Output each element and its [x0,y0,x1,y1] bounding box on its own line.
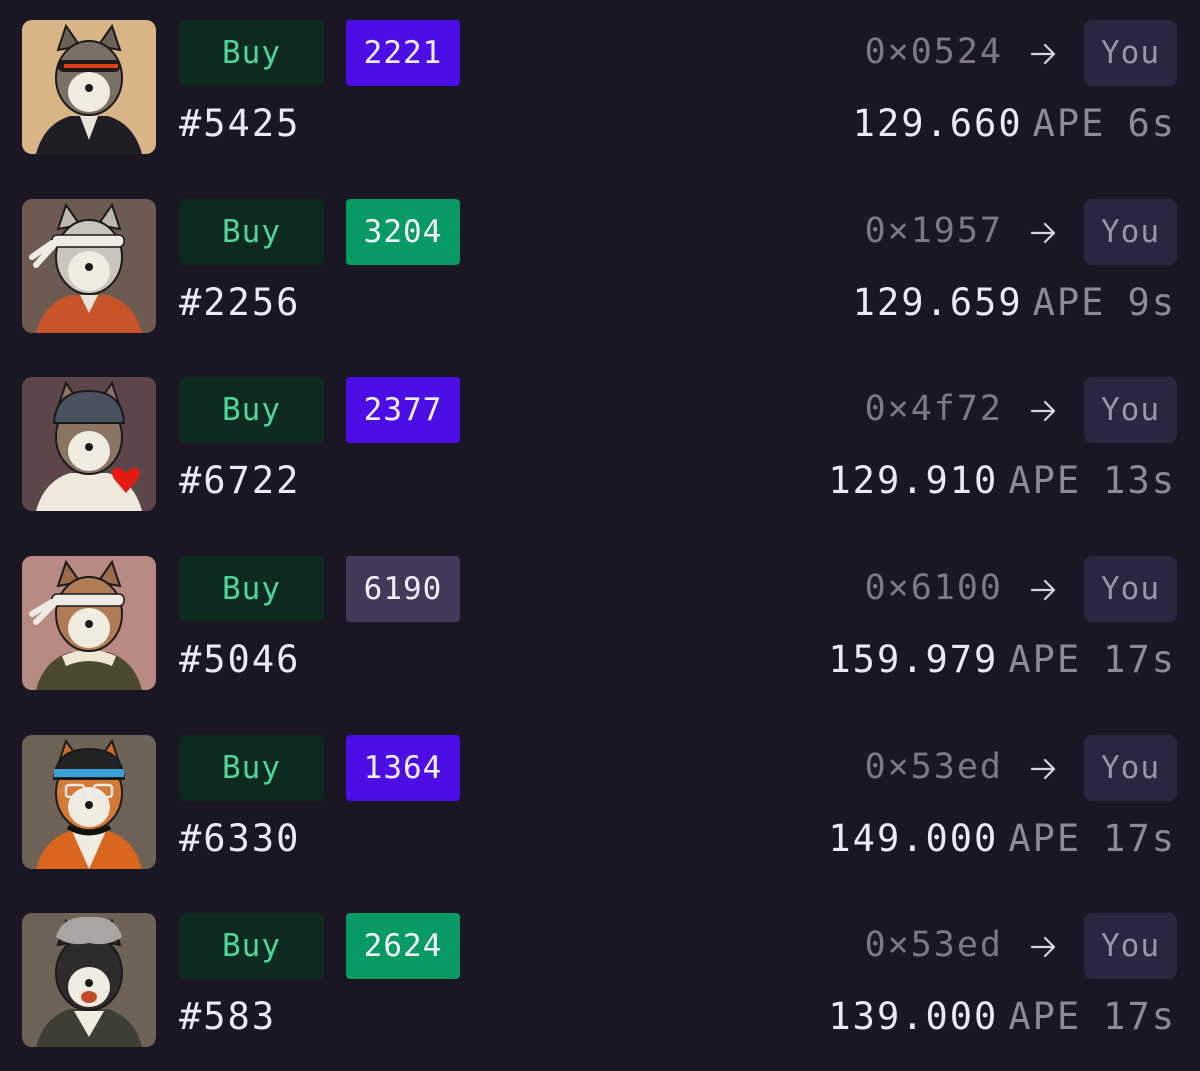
time-ago: 17s [1103,638,1176,681]
price-currency: APE [1008,459,1082,502]
seller-address[interactable]: 0×0524 [865,28,1003,76]
nft-thumbnail[interactable] [22,199,156,333]
sale-price: 149.000 APE 17s [828,815,1176,863]
price-currency: APE [1008,638,1082,681]
rarity-rank-badge: 2221 [346,20,460,86]
cat-nft-avatar-icon [22,735,156,869]
feed-row: Buy 2624 #583 0×53ed You 139.000 APE 17s [0,913,1200,1049]
recipient-you-button[interactable]: You [1084,20,1177,86]
buy-button[interactable]: Buy [179,913,324,979]
buy-button[interactable]: Buy [179,20,324,86]
feed-row: Buy 1364 #6330 0×53ed You 149.000 APE 17s [0,735,1200,871]
seller-address[interactable]: 0×6100 [865,564,1003,612]
sale-price: 129.660 APE 6s [853,100,1176,148]
cat-nft-avatar-icon [22,199,156,333]
token-id[interactable]: #5425 [179,100,300,148]
arrow-right-icon [1030,222,1056,244]
rarity-rank-badge: 6190 [346,556,460,622]
buy-button[interactable]: Buy [179,735,324,801]
sale-price: 159.979 APE 17s [828,636,1176,684]
buy-button[interactable]: Buy [179,556,324,622]
arrow-right-icon [1030,758,1056,780]
buy-button[interactable]: Buy [179,377,324,443]
time-ago: 13s [1103,459,1176,502]
seller-address[interactable]: 0×53ed [865,743,1003,791]
rarity-rank-badge: 3204 [346,199,460,265]
recipient-you-button[interactable]: You [1084,913,1177,979]
arrow-right-icon [1030,936,1056,958]
time-ago: 17s [1103,995,1176,1038]
cat-nft-avatar-icon [22,556,156,690]
price-currency: APE [1032,102,1106,145]
seller-address[interactable]: 0×1957 [865,207,1003,255]
price-amount: 129.910 [828,459,999,502]
arrow-right-icon [1030,579,1056,601]
feed-row: Buy 6190 #5046 0×6100 You 159.979 APE 17s [0,556,1200,692]
time-ago: 17s [1103,817,1176,860]
price-amount: 159.979 [828,638,999,681]
buy-button[interactable]: Buy [179,199,324,265]
time-ago: 6s [1127,102,1176,145]
feed-row: Buy 2377 #6722 0×4f72 You 129.910 APE 13s [0,377,1200,513]
feed-row: Buy 3204 #2256 0×1957 You 129.659 APE 9s [0,199,1200,335]
price-amount: 129.659 [852,281,1023,324]
nft-thumbnail[interactable] [22,735,156,869]
token-id[interactable]: #5046 [179,636,300,684]
recipient-you-button[interactable]: You [1084,735,1177,801]
rarity-rank-badge: 2624 [346,913,460,979]
cat-nft-avatar-icon [22,377,156,511]
nft-thumbnail[interactable] [22,377,156,511]
price-currency: APE [1032,281,1106,324]
token-id[interactable]: #583 [179,993,276,1041]
cat-nft-avatar-icon [22,20,156,154]
rarity-rank-badge: 2377 [346,377,460,443]
price-amount: 129.660 [852,102,1023,145]
purchase-feed: Buy 2221 #5425 0×0524 You 129.660APE6s [0,0,1200,1071]
price-currency: APE [1008,817,1082,860]
price-amount: 139.000 [828,995,999,1038]
nft-thumbnail[interactable] [22,20,156,154]
nft-thumbnail[interactable] [22,913,156,1047]
seller-address[interactable]: 0×4f72 [865,385,1003,433]
cat-nft-avatar-icon [22,913,156,1047]
feed-row: Buy 2221 #5425 0×0524 You 129.660 APE 6s [0,20,1200,156]
price-currency: APE [1008,995,1082,1038]
sale-price: 139.000 APE 17s [828,993,1176,1041]
token-id[interactable]: #6722 [179,457,300,505]
token-id[interactable]: #2256 [179,279,300,327]
recipient-you-button[interactable]: You [1084,377,1177,443]
sale-price: 129.659 APE 9s [853,279,1176,327]
time-ago: 9s [1127,281,1176,324]
recipient-you-button[interactable]: You [1084,556,1177,622]
rarity-rank-badge: 1364 [346,735,460,801]
arrow-right-icon [1030,43,1056,65]
token-id[interactable]: #6330 [179,815,300,863]
price-amount: 149.000 [828,817,999,860]
sale-price: 129.910 APE 13s [828,457,1176,505]
nft-thumbnail[interactable] [22,556,156,690]
arrow-right-icon [1030,400,1056,422]
seller-address[interactable]: 0×53ed [865,921,1003,969]
recipient-you-button[interactable]: You [1084,199,1177,265]
